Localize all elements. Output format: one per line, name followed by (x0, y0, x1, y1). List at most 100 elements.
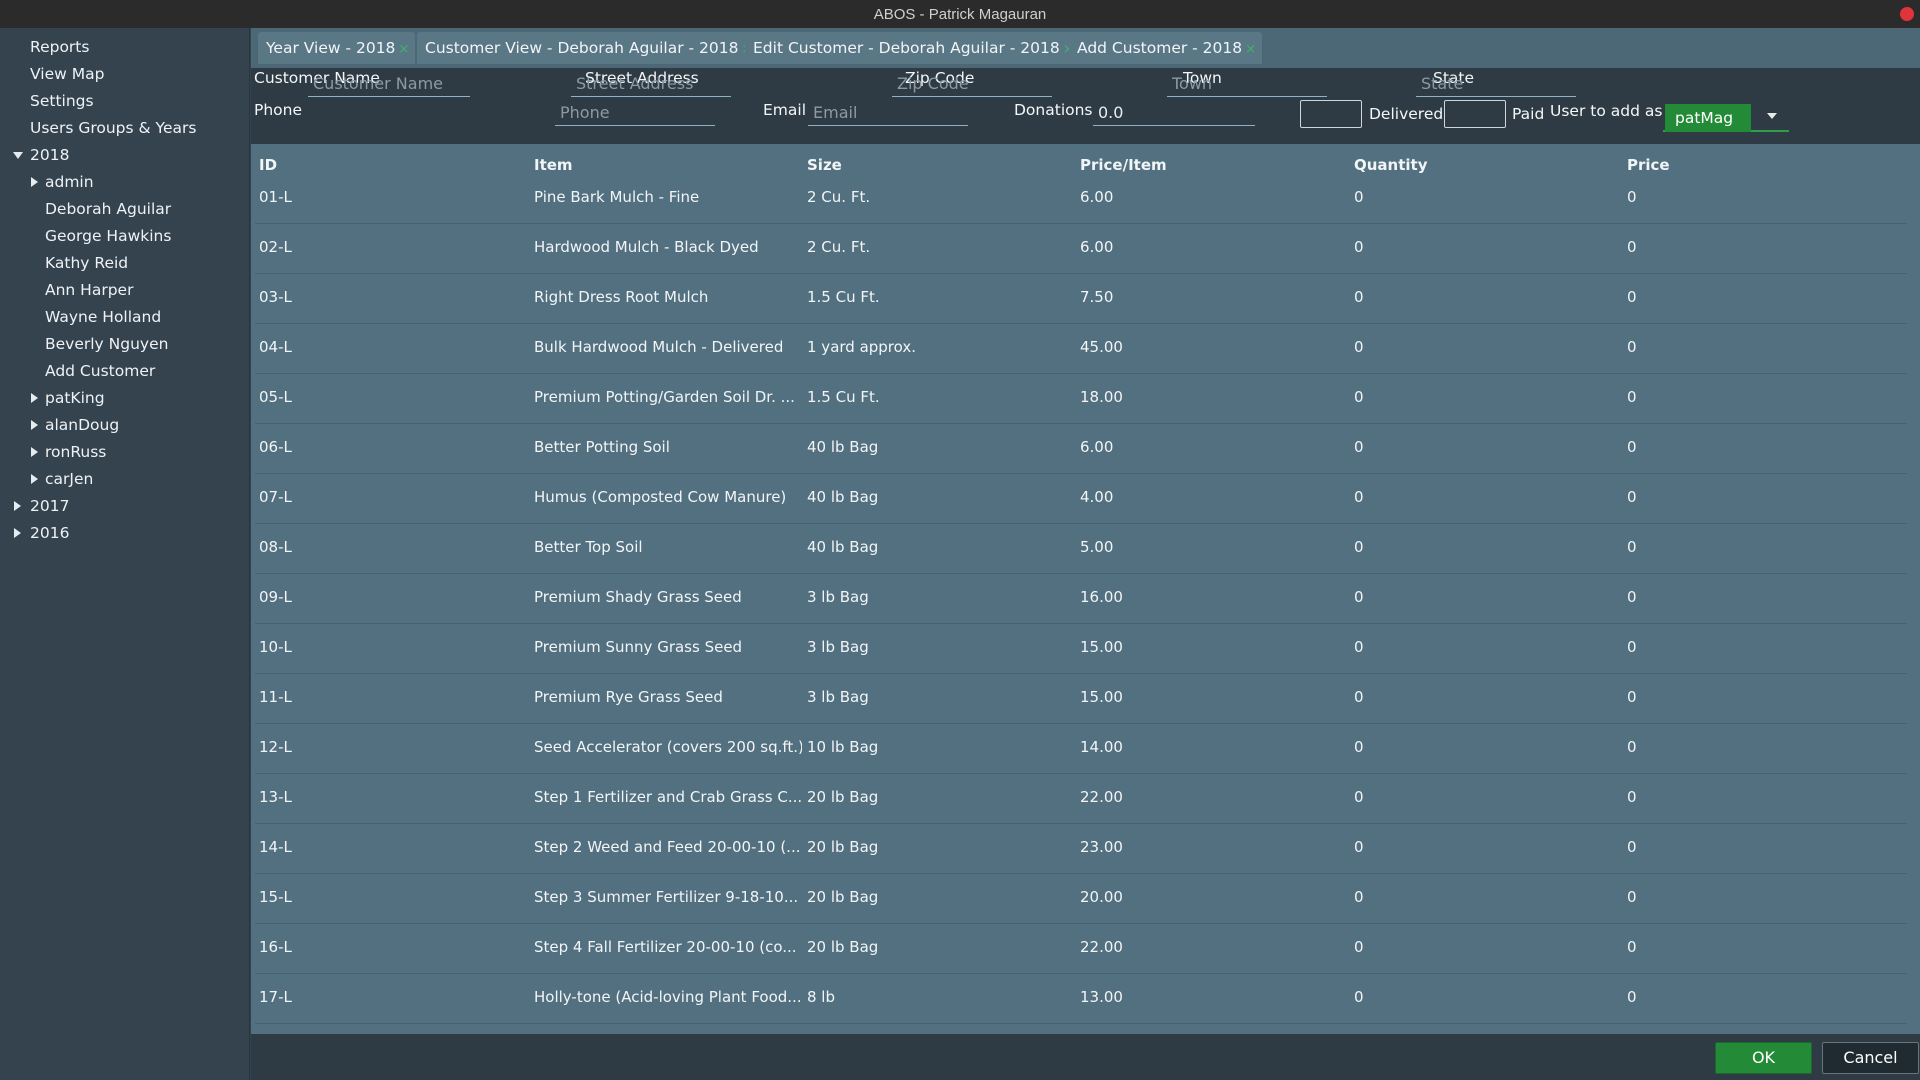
sidebar-item-2017[interactable]: 2017 (0, 493, 249, 520)
expand-right-arrow-icon[interactable] (14, 528, 21, 538)
quantity-cell[interactable]: 0 (1354, 988, 1364, 1006)
quantity-cell[interactable]: 0 (1354, 238, 1364, 256)
sidebar-item-alandoug[interactable]: alanDoug (0, 412, 249, 439)
zip-code-input[interactable] (892, 71, 1052, 97)
quantity-cell[interactable]: 0 (1354, 438, 1364, 456)
sidebar-item-view-map[interactable]: View Map (0, 61, 249, 88)
close-window-icon[interactable] (1900, 7, 1914, 21)
paid-checkbox[interactable] (1444, 100, 1506, 128)
table-row[interactable]: 15-L Step 3 Summer Fertilizer 9-18-10... 2… (255, 874, 1907, 924)
table-row[interactable]: 07-L Humus (Composted Cow Manure) 40 lb Ba… (255, 474, 1907, 524)
table-row[interactable]: 09-L Premium Shady Grass Seed 3 lb Bag 16.0… (255, 574, 1907, 624)
quantity-cell[interactable]: 0 (1354, 538, 1364, 556)
delivered-checkbox[interactable] (1300, 100, 1362, 128)
table-row[interactable]: 01-L Pine Bark Mulch - Fine 2 Cu. Ft. 6.00 0… (255, 174, 1907, 224)
cancel-button[interactable]: Cancel (1822, 1042, 1919, 1074)
expand-right-arrow-icon[interactable] (31, 177, 38, 187)
item-cell: Better Top Soil (534, 538, 643, 556)
donations-input[interactable] (1093, 100, 1255, 126)
table-row[interactable]: 08-L Better Top Soil 40 lb Bag 5.00 0 0 (255, 524, 1907, 574)
column-header-price[interactable]: Price (1627, 156, 1670, 174)
town-input[interactable] (1167, 71, 1327, 97)
table-row[interactable]: 14-L Step 2 Weed and Feed 20-00-10 (... 20… (255, 824, 1907, 874)
quantity-cell[interactable]: 0 (1354, 688, 1364, 706)
sidebar-item-2016[interactable]: 2016 (0, 520, 249, 547)
size-cell: 40 lb Bag (807, 438, 879, 456)
delivered-label: Delivered (1369, 105, 1444, 123)
sidebar-item-users-groups-years[interactable]: Users Groups & Years (0, 115, 249, 142)
expand-right-arrow-icon[interactable] (31, 447, 38, 457)
street-address-input[interactable] (571, 71, 731, 97)
expand-right-arrow-icon[interactable] (31, 474, 38, 484)
tab-add-customer-2018[interactable]: Add Customer - 2018 × (1069, 32, 1263, 64)
state-input[interactable] (1416, 71, 1576, 97)
user-select-dropdown[interactable]: patMag (1663, 102, 1789, 132)
price-cell: 0 (1627, 188, 1637, 206)
quantity-cell[interactable]: 0 (1354, 338, 1364, 356)
phone-input[interactable] (555, 100, 715, 126)
quantity-cell[interactable]: 0 (1354, 288, 1364, 306)
quantity-cell[interactable]: 0 (1354, 788, 1364, 806)
customer-name-input[interactable] (308, 71, 470, 97)
table-row[interactable]: 16-L Step 4 Fall Fertilizer 20-00-10 (co.… (255, 924, 1907, 974)
quantity-cell[interactable]: 0 (1354, 588, 1364, 606)
column-header-quantity[interactable]: Quantity (1354, 156, 1428, 174)
sidebar-item-patking[interactable]: patKing (0, 385, 249, 412)
table-row[interactable]: 12-L Seed Accelerator (covers 200 sq.ft.)… (255, 724, 1907, 774)
expand-right-arrow-icon[interactable] (14, 501, 21, 511)
sidebar-item-admin[interactable]: admin (0, 169, 249, 196)
email-label: Email (763, 101, 807, 119)
tab-customer-view-deborah-aguilar-2018[interactable]: Customer View - Deborah Aguilar - 2018× (417, 32, 759, 64)
quantity-cell[interactable]: 0 (1354, 738, 1364, 756)
tab-year-view-2018[interactable]: Year View - 2018 × (258, 32, 416, 64)
column-header-size[interactable]: Size (807, 156, 842, 174)
quantity-cell[interactable]: 0 (1354, 938, 1364, 956)
table-row[interactable]: 17-L Holly-tone (Acid-loving Plant Food..… (255, 974, 1907, 1024)
table-row[interactable]: 06-L Better Potting Soil 40 lb Bag 6.00 0 0 (255, 424, 1907, 474)
id-cell: 12-L (259, 738, 292, 756)
price-per-item-cell: 18.00 (1080, 388, 1123, 406)
sidebar-item-settings[interactable]: Settings (0, 88, 249, 115)
sidebar-item-label: alanDoug (45, 416, 120, 434)
quantity-cell[interactable]: 0 (1354, 838, 1364, 856)
expand-down-arrow-icon[interactable] (13, 152, 23, 159)
email-input[interactable] (808, 100, 968, 126)
column-header-id[interactable]: ID (259, 156, 277, 174)
quantity-cell[interactable]: 0 (1354, 638, 1364, 656)
quantity-cell[interactable]: 0 (1354, 388, 1364, 406)
tab-close-icon[interactable]: × (398, 42, 409, 57)
quantity-cell[interactable]: 0 (1354, 488, 1364, 506)
sidebar-item-kathy-reid[interactable]: Kathy Reid (0, 250, 249, 277)
sidebar-item-carjen[interactable]: carJen (0, 466, 249, 493)
sidebar-item-add-customer[interactable]: Add Customer (0, 358, 249, 385)
size-cell: 3 lb Bag (807, 588, 869, 606)
item-cell: Holly-tone (Acid-loving Plant Food... (534, 988, 802, 1006)
sidebar-item-beverly-nguyen[interactable]: Beverly Nguyen (0, 331, 249, 358)
sidebar-item-2018[interactable]: 2018 (0, 142, 249, 169)
ok-button[interactable]: OK (1715, 1042, 1812, 1074)
column-header-item[interactable]: Item (534, 156, 573, 174)
sidebar-item-ann-harper[interactable]: Ann Harper (0, 277, 249, 304)
expand-right-arrow-icon[interactable] (31, 393, 38, 403)
sidebar-item-label: Beverly Nguyen (45, 335, 169, 353)
tab-edit-customer-deborah-aguilar-2018[interactable]: Edit Customer - Deborah Aguilar - 2018× (745, 32, 1080, 64)
table-row[interactable]: 05-L Premium Potting/Garden Soil Dr. ... 1… (255, 374, 1907, 424)
table-row[interactable]: 10-L Premium Sunny Grass Seed 3 lb Bag 15.0… (255, 624, 1907, 674)
sidebar-item-deborah-aguilar[interactable]: Deborah Aguilar (0, 196, 249, 223)
quantity-cell[interactable]: 0 (1354, 888, 1364, 906)
sidebar-item-ronruss[interactable]: ronRuss (0, 439, 249, 466)
sidebar-item-george-hawkins[interactable]: George Hawkins (0, 223, 249, 250)
table-row[interactable]: 11-L Premium Rye Grass Seed 3 lb Bag 15.00 0… (255, 674, 1907, 724)
price-per-item-cell: 23.00 (1080, 838, 1123, 856)
table-row[interactable]: 03-L Right Dress Root Mulch 1.5 Cu Ft. 7.50… (255, 274, 1907, 324)
tab-close-icon[interactable]: × (1245, 42, 1256, 57)
expand-right-arrow-icon[interactable] (31, 420, 38, 430)
sidebar-item-wayne-holland[interactable]: Wayne Holland (0, 304, 249, 331)
table-row[interactable]: 02-L Hardwood Mulch - Black Dyed 2 Cu. Ft.… (255, 224, 1907, 274)
price-per-item-cell: 20.00 (1080, 888, 1123, 906)
column-header-price-item[interactable]: Price/Item (1080, 156, 1167, 174)
sidebar-item-reports[interactable]: Reports (0, 34, 249, 61)
table-row[interactable]: 04-L Bulk Hardwood Mulch - Delivered 1 yar… (255, 324, 1907, 374)
quantity-cell[interactable]: 0 (1354, 188, 1364, 206)
table-row[interactable]: 13-L Step 1 Fertilizer and Crab Grass C..… (255, 774, 1907, 824)
